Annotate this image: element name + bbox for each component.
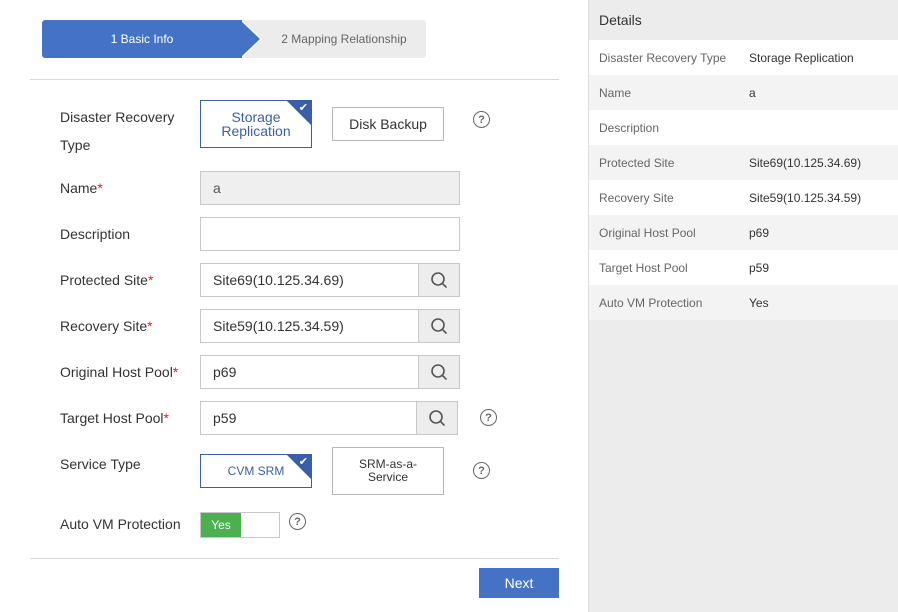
srm-as-a-service-label: SRM-as-a-Service bbox=[358, 457, 417, 484]
detail-key: Disaster Recovery Type bbox=[599, 50, 727, 65]
help-icon[interactable]: ? bbox=[480, 409, 497, 426]
cvm-srm-label: CVM SRM bbox=[227, 464, 285, 478]
target-host-pool-input[interactable]: p59 bbox=[200, 401, 416, 435]
step-indicator: 1 Basic Info 2 Mapping Relationship bbox=[42, 20, 426, 58]
name-label: Name* bbox=[60, 174, 103, 202]
detail-value: Site59(10.125.34.59) bbox=[749, 190, 862, 205]
detail-row: Name a bbox=[589, 75, 898, 110]
protected-site-label-text: Protected Site bbox=[60, 272, 148, 288]
name-label-text: Name bbox=[60, 180, 98, 196]
dr-type-label: Disaster Recovery Type bbox=[60, 109, 175, 153]
required-mark: * bbox=[172, 364, 179, 380]
detail-key: Original Host Pool bbox=[599, 225, 696, 240]
name-value: a bbox=[213, 180, 221, 196]
detail-row: Recovery Site Site59(10.125.34.59) bbox=[589, 180, 898, 215]
detail-key: Description bbox=[599, 120, 660, 135]
header-divider bbox=[30, 79, 559, 80]
detail-key: Protected Site bbox=[599, 155, 675, 170]
protected-site-input[interactable]: Site69(10.125.34.69) bbox=[200, 263, 418, 297]
description-label: Description bbox=[60, 226, 131, 242]
help-glyph: ? bbox=[478, 464, 485, 477]
disk-backup-label: Disk Backup bbox=[349, 116, 427, 132]
detail-key: Target Host Pool bbox=[599, 260, 688, 275]
search-icon bbox=[431, 272, 447, 288]
check-icon: ✔ bbox=[298, 456, 308, 468]
original-host-pool-label: Original Host Pool* bbox=[60, 358, 178, 386]
detail-row: Target Host Pool p59 bbox=[589, 250, 898, 285]
original-host-pool-input[interactable]: p69 bbox=[200, 355, 418, 389]
target-host-pool-value: p59 bbox=[213, 410, 237, 426]
detail-key: Auto VM Protection bbox=[599, 295, 703, 310]
step-basic-info[interactable]: 1 Basic Info bbox=[42, 20, 242, 58]
detail-row: Disaster Recovery Type Storage Replicati… bbox=[589, 40, 898, 75]
recovery-site-value: Site59(10.125.34.59) bbox=[213, 318, 344, 334]
target-host-pool-search-button[interactable] bbox=[416, 401, 458, 435]
basic-info-form: 1 Basic Info 2 Mapping Relationship Disa… bbox=[0, 0, 588, 612]
search-icon bbox=[431, 364, 447, 380]
detail-value: p59 bbox=[749, 260, 770, 275]
detail-value: Storage Replication bbox=[749, 50, 854, 65]
detail-value: a bbox=[749, 85, 756, 100]
cvm-srm-option[interactable]: CVM SRM ✔ bbox=[200, 454, 312, 488]
step-active-arrow bbox=[240, 20, 260, 58]
details-panel: Details Disaster Recovery Type Storage R… bbox=[588, 0, 898, 612]
required-mark: * bbox=[147, 272, 154, 288]
detail-value: Site69(10.125.34.69) bbox=[749, 155, 862, 170]
storage-replication-option[interactable]: Storage Replication ✔ bbox=[200, 100, 312, 148]
required-mark: * bbox=[163, 410, 169, 426]
toggle-on-segment: Yes bbox=[201, 513, 241, 537]
details-title: Details bbox=[599, 12, 642, 28]
detail-key: Recovery Site bbox=[599, 190, 674, 205]
check-icon: ✔ bbox=[298, 102, 308, 114]
recovery-site-search-button[interactable] bbox=[418, 309, 460, 343]
auto-vm-protection-toggle[interactable]: Yes bbox=[200, 512, 280, 538]
help-glyph: ? bbox=[485, 411, 492, 424]
search-icon bbox=[429, 410, 445, 426]
target-host-pool-label: Target Host Pool* bbox=[60, 404, 169, 432]
detail-row: Original Host Pool p69 bbox=[589, 215, 898, 250]
detail-row: Protected Site Site69(10.125.34.69) bbox=[589, 145, 898, 180]
help-icon[interactable]: ? bbox=[289, 513, 306, 530]
search-icon bbox=[431, 318, 447, 334]
protected-site-value: Site69(10.125.34.69) bbox=[213, 272, 344, 288]
detail-key: Name bbox=[599, 85, 632, 100]
auto-vm-protection-label: Auto VM Protection bbox=[60, 516, 181, 532]
detail-row: Auto VM Protection Yes bbox=[589, 285, 898, 320]
required-mark: * bbox=[147, 318, 153, 334]
help-glyph: ? bbox=[294, 515, 301, 528]
help-glyph: ? bbox=[478, 113, 485, 126]
storage-replication-label: Storage Replication bbox=[221, 109, 291, 139]
detail-row: Description bbox=[589, 110, 898, 145]
required-mark: * bbox=[97, 180, 103, 196]
next-button[interactable]: Next bbox=[479, 568, 559, 598]
disk-backup-option[interactable]: Disk Backup bbox=[332, 107, 444, 141]
footer-divider bbox=[30, 558, 559, 559]
original-host-pool-search-button[interactable] bbox=[418, 355, 460, 389]
name-input: a bbox=[200, 171, 460, 205]
recovery-site-label: Recovery Site* bbox=[60, 312, 153, 340]
detail-value: Yes bbox=[749, 295, 769, 310]
protected-site-label: Protected Site* bbox=[60, 266, 153, 294]
description-input[interactable] bbox=[200, 217, 460, 251]
target-host-pool-label-text: Target Host Pool bbox=[60, 410, 164, 426]
protected-site-search-button[interactable] bbox=[418, 263, 460, 297]
original-host-pool-label-text: Original Host Pool bbox=[60, 364, 173, 380]
srm-as-a-service-option[interactable]: SRM-as-a-Service bbox=[332, 447, 444, 495]
recovery-site-input[interactable]: Site59(10.125.34.59) bbox=[200, 309, 418, 343]
help-icon[interactable]: ? bbox=[473, 462, 490, 479]
recovery-site-label-text: Recovery Site bbox=[60, 318, 148, 334]
service-type-label: Service Type bbox=[60, 456, 141, 472]
step-mapping-relationship[interactable]: 2 Mapping Relationship bbox=[262, 20, 426, 58]
detail-value: p69 bbox=[749, 225, 770, 240]
original-host-pool-value: p69 bbox=[213, 364, 237, 380]
help-icon[interactable]: ? bbox=[473, 111, 490, 128]
